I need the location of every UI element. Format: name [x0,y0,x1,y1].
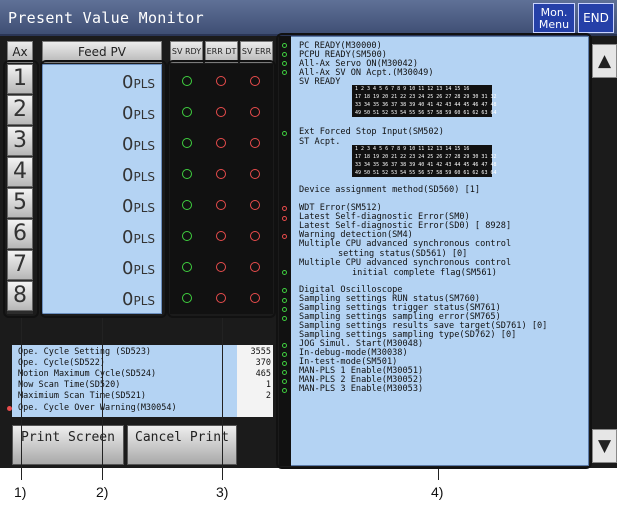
callout-line-3 [222,318,223,480]
scroll-down-icon[interactable]: ▼ [592,429,617,463]
callout-outline-3 [167,60,276,318]
info-line: Ope. Cycle Over Warning(M30054) [18,403,177,413]
end-button[interactable]: END [578,3,614,33]
info-line: Motion Maximum Cycle(SD524) [18,369,157,379]
callout-line-1 [21,318,22,480]
info-line: Ope. Cycle Setting (SD523) [18,347,152,357]
print-screen-button[interactable]: Print Screen [12,425,124,465]
callout-line-4 [438,469,439,480]
scroll-up-icon[interactable]: ▲ [592,44,617,78]
info-value: 370 [255,358,271,368]
cycle-info-panel: Ope. Cycle Setting (SD523) Ope. Cycle(SD… [7,318,273,422]
info-value: 1 [265,380,271,390]
callout-label-4: 4) [431,484,444,500]
cancel-print-button[interactable]: Cancel Print [127,425,237,465]
callout-line-2 [102,318,103,480]
callout-label-3: 3) [216,484,229,500]
scroll-bar[interactable]: ▲ ▼ [592,36,617,466]
info-line: Ope. Cycle(SD522) [18,358,105,368]
over-warning-led [7,406,12,411]
window-title: Present Value Monitor [8,9,204,27]
info-value: 465 [255,369,271,379]
info-value: 2 [265,391,271,401]
callout-outline-1 [3,60,39,318]
callout-outline-2 [40,60,167,318]
info-line: Maximium Scan Time(SD521) [18,391,146,401]
title-bar: Present Value Monitor Mon. Menu END [0,0,617,36]
callout-label-2: 2) [96,484,109,500]
info-value: 3555 [250,347,271,357]
info-line: Now Scan Time(SD520) [18,380,121,390]
callout-outline-4 [276,33,592,469]
callout-label-1: 1) [14,484,27,500]
monitor-menu-button[interactable]: Mon. Menu [533,3,575,33]
